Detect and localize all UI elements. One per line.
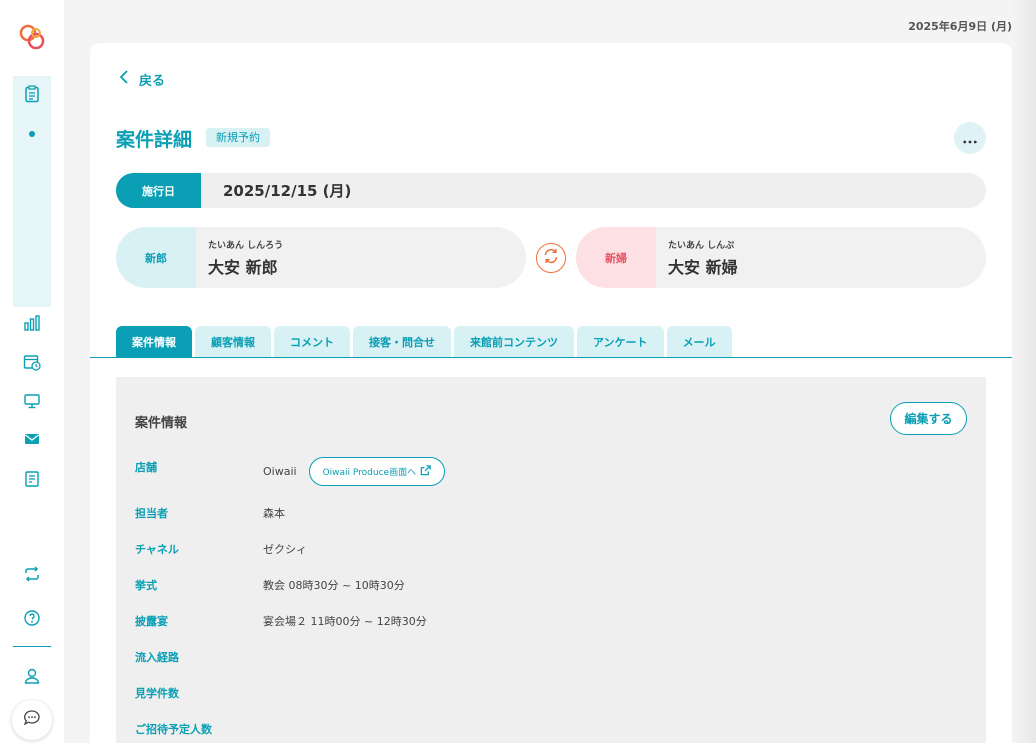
bride-name: 大安 新婦	[668, 257, 738, 277]
info-row-visits: 見学件数	[135, 685, 263, 701]
info-row-channel: チャネル ゼクシィ	[135, 541, 307, 557]
edit-button[interactable]: 編集する	[890, 402, 967, 435]
info-label: ご招待予定人数	[135, 723, 212, 736]
more-options-button[interactable]	[954, 122, 986, 154]
swap-couple-button[interactable]	[536, 243, 566, 273]
info-value: 森本	[263, 507, 285, 520]
tab-underline	[90, 357, 1012, 358]
bride-kana: たいあん しんぷ	[668, 240, 735, 251]
clipboard-icon[interactable]	[22, 84, 42, 104]
info-label: 挙式	[135, 579, 157, 592]
refresh-arrows-icon[interactable]	[22, 564, 42, 584]
tab-comments[interactable]: コメント	[274, 326, 350, 357]
info-row-guests: ご招待予定人数	[135, 721, 263, 737]
case-detail-card: 戻る 案件詳細 新規予約 施行日 2025/12/15 (月) 新郎 たいあん …	[90, 43, 1012, 743]
info-row-staff: 担当者 森本	[135, 505, 285, 521]
info-label: 店舗	[135, 461, 157, 474]
tab-mail[interactable]: メール	[666, 326, 732, 357]
tab-pre-visit-content[interactable]: 来館前コンテンツ	[454, 326, 574, 357]
page-title: 案件詳細	[116, 129, 193, 151]
info-label: 見学件数	[135, 687, 179, 700]
tab-survey[interactable]: アンケート	[577, 326, 664, 357]
bride-card: 新婦 たいあん しんぷ 大安 新婦	[576, 227, 986, 288]
monitor-icon[interactable]	[22, 391, 42, 411]
produce-link-button[interactable]: Oiwaii Produce画面へ	[308, 457, 446, 486]
groom-card: 新郎 たいあん しんろう 大安 新郎	[116, 227, 526, 288]
current-date: 2025年6月9日 (月)	[908, 20, 1012, 33]
case-info-panel: 案件情報 編集する 店舗 Oiwaii Oiwaii Produce画面へ 担当…	[116, 377, 986, 743]
user-icon[interactable]	[22, 666, 42, 686]
mail-icon[interactable]	[22, 429, 42, 449]
case-info-title: 案件情報	[135, 416, 188, 431]
info-label: 担当者	[135, 507, 168, 520]
nav-sub-dot[interactable]	[29, 131, 35, 137]
info-row-ceremony: 挙式 教会 08時30分 ~ 10時30分	[135, 577, 405, 593]
groom-kana: たいあん しんろう	[208, 240, 284, 251]
info-row-store: 店舗 Oiwaii Oiwaii Produce画面へ	[135, 457, 446, 486]
groom-name: 大安 新郎	[208, 257, 278, 277]
event-date-label: 施行日	[116, 173, 201, 208]
back-label: 戻る	[139, 73, 166, 89]
event-date-value: 2025/12/15 (月)	[223, 182, 352, 200]
status-badge: 新規予約	[206, 128, 270, 147]
external-link-icon	[416, 464, 431, 479]
chevron-left-icon	[118, 69, 139, 89]
swap-icon	[542, 247, 560, 269]
groom-role-label: 新郎	[116, 227, 196, 288]
event-date-row: 施行日 2025/12/15 (月)	[116, 173, 986, 208]
scrollbar[interactable]	[1012, 0, 1036, 743]
chat-icon	[23, 709, 41, 731]
tab-inquiries[interactable]: 接客・問合せ	[353, 326, 451, 357]
produce-link-label: Oiwaii Produce画面へ	[322, 468, 417, 478]
calendar-clock-icon[interactable]	[22, 352, 42, 372]
info-label: 流入経路	[135, 651, 179, 664]
info-value: ゼクシィ	[263, 543, 307, 556]
bride-role-label: 新婦	[576, 227, 656, 288]
help-icon[interactable]	[22, 608, 42, 628]
chat-button[interactable]	[12, 700, 52, 740]
tab-customer-info[interactable]: 顧客情報	[195, 326, 271, 357]
bar-chart-icon[interactable]	[22, 313, 42, 333]
back-link[interactable]: 戻る	[118, 69, 165, 89]
document-icon[interactable]	[22, 469, 42, 489]
sidebar-divider	[13, 646, 51, 647]
info-label: 披露宴	[135, 615, 168, 628]
sidebar	[0, 0, 64, 743]
info-row-reception: 披露宴 宴会場２ 11時00分 ~ 12時30分	[135, 613, 427, 629]
nav-active-group	[13, 76, 51, 307]
info-value: 教会 08時30分 ~ 10時30分	[263, 579, 405, 592]
info-label: チャネル	[135, 543, 179, 556]
tab-bar: 案件情報 顧客情報 コメント 接客・問合せ 来館前コンテンツ アンケート メール	[116, 326, 732, 357]
more-horizontal-icon	[963, 129, 977, 148]
info-row-source: 流入経路	[135, 649, 263, 665]
app-logo[interactable]	[18, 23, 46, 51]
info-value: 宴会場２ 11時00分 ~ 12時30分	[263, 615, 427, 628]
info-value: Oiwaii	[263, 465, 297, 478]
tab-case-info[interactable]: 案件情報	[116, 326, 192, 357]
